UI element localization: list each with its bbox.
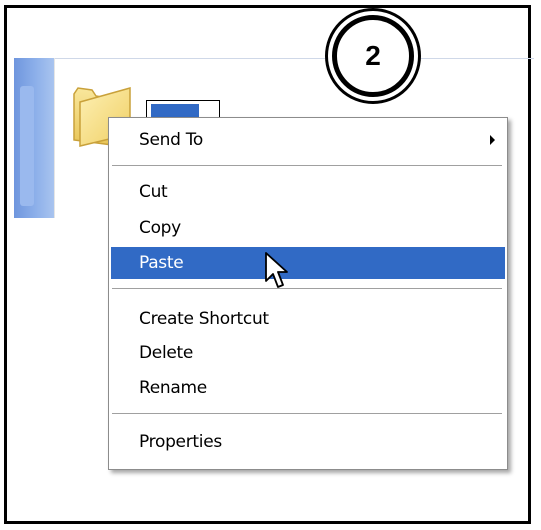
- task-pane-section: [20, 86, 34, 206]
- content-border-top: [54, 58, 534, 59]
- menu-item-label: Send To: [139, 130, 204, 150]
- rename-selection: [151, 104, 199, 118]
- step-badge: 2: [325, 8, 421, 104]
- menu-item-copy[interactable]: Copy: [111, 212, 505, 244]
- menu-item-rename[interactable]: Rename: [111, 372, 505, 404]
- menu-item-label: Cut: [139, 182, 168, 202]
- menu-item-label: Copy: [139, 218, 181, 238]
- menu-item-label: Delete: [139, 343, 194, 363]
- menu-item-label: Properties: [139, 432, 222, 452]
- menu-item-label: Rename: [139, 378, 207, 398]
- menu-item-label: Paste: [139, 253, 184, 273]
- menu-separator: [112, 165, 502, 167]
- content-border-left: [54, 58, 55, 218]
- mouse-pointer-icon: [265, 252, 288, 288]
- menu-separator: [112, 413, 502, 415]
- context-menu: Send To Cut Copy Paste Create Shortcut D…: [108, 117, 508, 470]
- menu-item-delete[interactable]: Delete: [111, 337, 505, 369]
- step-number: 2: [332, 15, 414, 97]
- menu-item-properties[interactable]: Properties: [111, 426, 505, 458]
- menu-item-cut[interactable]: Cut: [111, 176, 505, 208]
- menu-separator: [112, 288, 502, 290]
- task-pane: [14, 58, 54, 218]
- menu-item-label: Create Shortcut: [139, 309, 269, 329]
- chevron-right-icon: [490, 135, 495, 145]
- menu-item-send-to[interactable]: Send To: [111, 124, 505, 156]
- menu-item-create-shortcut[interactable]: Create Shortcut: [111, 303, 505, 335]
- menu-item-paste[interactable]: Paste: [111, 247, 505, 279]
